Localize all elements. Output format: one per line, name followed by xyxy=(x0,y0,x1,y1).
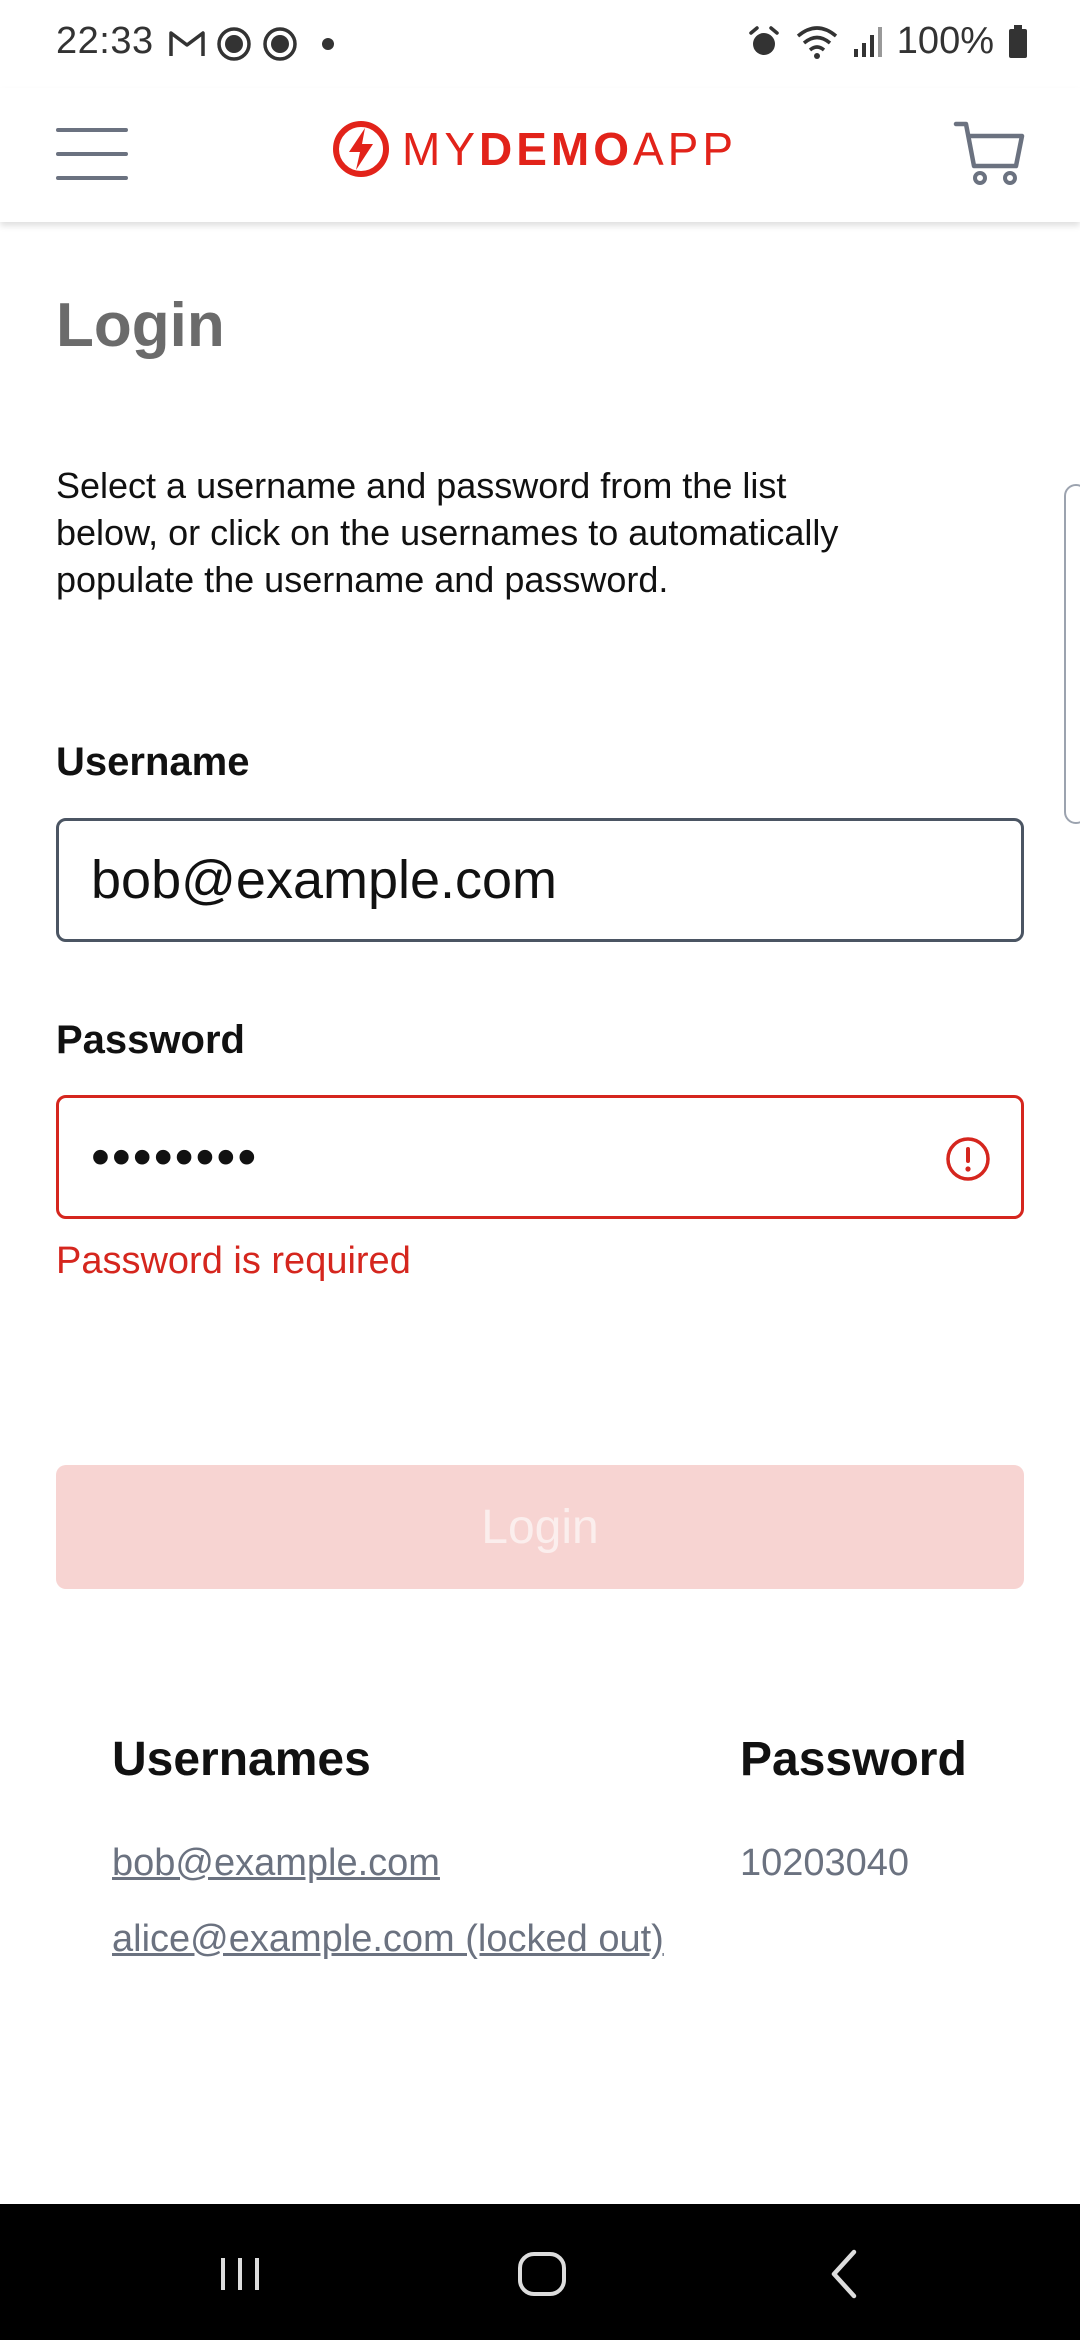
logo-strong: DEMO xyxy=(479,123,633,175)
home-icon[interactable] xyxy=(512,2244,572,2304)
usernames-header: Usernames xyxy=(112,1733,371,1786)
username-field[interactable]: bob@example.com xyxy=(56,818,1024,942)
hamburger-icon xyxy=(56,128,128,132)
app-notification-icon xyxy=(263,27,297,61)
system-icons: 100% xyxy=(747,20,1028,63)
system-navigation-bar xyxy=(0,2204,1080,2340)
password-error-message: Password is required xyxy=(56,1240,411,1282)
recent-apps-icon[interactable] xyxy=(210,2244,270,2304)
password-label: Password xyxy=(56,1018,245,1062)
gmail-icon xyxy=(169,31,205,56)
status-time: 22:33 xyxy=(56,20,154,62)
battery-percentage: 100% xyxy=(896,20,994,62)
username-link-bob[interactable]: bob@example.com xyxy=(112,1842,440,1885)
cart-button[interactable] xyxy=(952,114,1028,190)
signal-icon xyxy=(853,26,882,57)
password-value: •••••••• xyxy=(91,1127,259,1187)
lightning-logo-icon xyxy=(333,121,389,177)
intro-text: Select a username and password from the … xyxy=(56,465,839,600)
side-panel-handle[interactable] xyxy=(1064,484,1080,824)
logo-prefix: MY xyxy=(402,123,479,175)
logo-text: MYDEMOAPP xyxy=(402,122,737,176)
password-field[interactable]: •••••••• xyxy=(56,1095,1024,1219)
more-notifications-dot xyxy=(322,38,334,50)
battery-icon xyxy=(1009,24,1027,58)
page-title: Login xyxy=(56,291,225,360)
back-icon[interactable] xyxy=(816,2244,876,2304)
hamburger-icon-bar xyxy=(56,152,128,156)
notification-icons xyxy=(168,26,334,62)
username-label: Username xyxy=(56,740,250,784)
menu-button[interactable] xyxy=(56,128,128,180)
alarm-icon xyxy=(749,25,779,55)
logo-suffix: APP xyxy=(633,123,738,175)
password-value-text: 10203040 xyxy=(740,1842,910,1884)
cart-icon xyxy=(953,121,1025,185)
password-header: Password xyxy=(740,1733,967,1786)
wifi-icon xyxy=(796,25,837,59)
login-button[interactable]: Login xyxy=(56,1465,1024,1589)
error-icon xyxy=(946,1137,990,1181)
username-value: bob@example.com xyxy=(91,850,558,910)
status-bar: 22:33 100% xyxy=(0,0,1080,88)
username-link-alice[interactable]: alice@example.com (locked out) xyxy=(112,1918,664,1961)
hamburger-icon-bar xyxy=(56,176,128,180)
app-header: MYDEMOAPP xyxy=(0,88,1080,222)
app-logo: MYDEMOAPP xyxy=(332,120,737,178)
app-notification-icon xyxy=(217,27,251,61)
